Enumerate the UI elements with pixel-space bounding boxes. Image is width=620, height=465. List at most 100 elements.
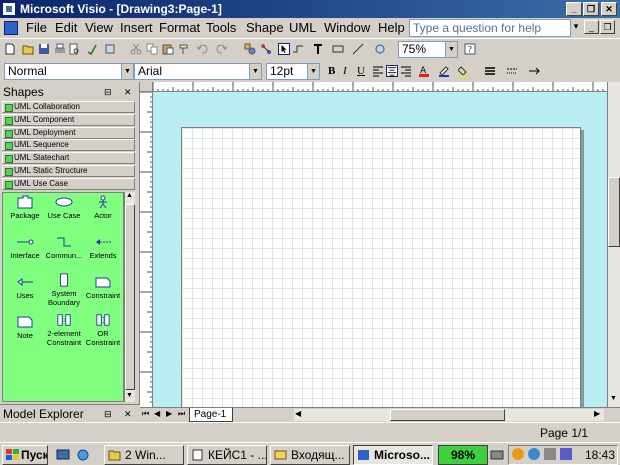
- shapes-scrollbar[interactable]: ▲ ▼: [124, 192, 135, 402]
- pointer-tool-icon[interactable]: [278, 43, 290, 55]
- scroll-left-icon[interactable]: ◀: [295, 409, 301, 418]
- align-left-icon[interactable]: [372, 65, 384, 77]
- menu-format[interactable]: Format: [158, 20, 201, 36]
- menu-insert[interactable]: Insert: [119, 20, 154, 36]
- menu-view[interactable]: View: [84, 20, 114, 36]
- master-constraint[interactable]: Constraint: [83, 275, 123, 315]
- taskbar-button-inbox[interactable]: Входящ...: [270, 445, 350, 465]
- chevron-down-icon[interactable]: ▼: [121, 64, 133, 79]
- menu-shape[interactable]: Shape: [245, 20, 285, 36]
- master-or-constraint[interactable]: OR Constraint: [83, 313, 123, 353]
- master-actor[interactable]: Actor: [83, 195, 123, 235]
- line-weight-icon[interactable]: [484, 65, 496, 77]
- taskbar-button-windows[interactable]: 2 Win...: [104, 445, 184, 465]
- underline-button[interactable]: U: [357, 65, 365, 77]
- align-center-icon[interactable]: [386, 65, 398, 77]
- font-combo[interactable]: Arial ▼: [134, 63, 262, 80]
- tray-search-icon[interactable]: [528, 448, 540, 460]
- chevron-down-icon[interactable]: ▼: [307, 64, 319, 79]
- pin-icon[interactable]: ⊟: [104, 84, 112, 100]
- horizontal-scrollbar[interactable]: ◀ ▶: [294, 409, 604, 421]
- line-color-icon[interactable]: [438, 65, 450, 77]
- close-panel-icon[interactable]: ✕: [124, 84, 132, 100]
- scroll-thumb[interactable]: [125, 204, 135, 390]
- start-button[interactable]: Пуск: [2, 445, 48, 465]
- master-communicates[interactable]: Commun...: [44, 235, 84, 275]
- stencil-uml-component[interactable]: UML Component: [2, 114, 135, 126]
- tray-app-icon[interactable]: [512, 448, 524, 460]
- tab-page-1[interactable]: Page-1: [189, 408, 233, 422]
- master-note[interactable]: Note: [5, 315, 45, 355]
- visio-app-icon[interactable]: [2, 2, 16, 16]
- scroll-right-icon[interactable]: ▶: [594, 409, 600, 418]
- line-tool-icon[interactable]: [352, 43, 364, 55]
- line-pattern-icon[interactable]: [506, 65, 518, 77]
- stencil-uml-sequence[interactable]: UML Sequence: [2, 139, 135, 151]
- format-painter-icon[interactable]: [178, 43, 190, 55]
- document-icon[interactable]: [4, 21, 18, 35]
- master-uses[interactable]: Uses: [5, 275, 45, 315]
- show-desktop-icon[interactable]: [56, 448, 70, 462]
- save-icon[interactable]: [38, 43, 50, 55]
- doc-restore-button[interactable]: ❐: [600, 20, 615, 34]
- taskbar-button-case[interactable]: КЕЙС1 - ...: [187, 445, 267, 465]
- print-preview-icon[interactable]: [68, 43, 80, 55]
- volume-icon[interactable]: [544, 448, 556, 460]
- undo-icon[interactable]: [196, 43, 208, 55]
- stencil-uml-collaboration[interactable]: UML Collaboration: [2, 101, 135, 113]
- new-icon[interactable]: [4, 43, 16, 55]
- bold-button[interactable]: B: [328, 65, 335, 77]
- font-size-combo[interactable]: 12pt ▼: [266, 63, 320, 80]
- scroll-thumb[interactable]: [390, 409, 505, 421]
- menu-file[interactable]: File: [25, 20, 48, 36]
- align-right-icon[interactable]: [400, 65, 412, 77]
- drawing-page[interactable]: [181, 127, 581, 407]
- shapes-icon[interactable]: [244, 43, 256, 55]
- scroll-down-icon[interactable]: ▼: [126, 392, 133, 399]
- rectangle-tool-icon[interactable]: [332, 43, 344, 55]
- italic-button[interactable]: I: [343, 65, 347, 77]
- text-tool-icon[interactable]: [312, 43, 324, 55]
- menu-help[interactable]: Help: [377, 20, 406, 36]
- redo-icon[interactable]: [216, 43, 228, 55]
- language-icon[interactable]: [560, 448, 572, 460]
- line-ends-icon[interactable]: [528, 65, 540, 77]
- cut-icon[interactable]: [130, 43, 142, 55]
- last-page-icon[interactable]: ⏭: [178, 409, 185, 419]
- next-page-icon[interactable]: ▶: [166, 409, 172, 418]
- paste-icon[interactable]: [162, 43, 174, 55]
- doc-minimize-button[interactable]: _: [584, 20, 599, 34]
- zoom-combo[interactable]: 75% ▼: [398, 41, 458, 58]
- chevron-down-icon[interactable]: ▼: [249, 64, 261, 79]
- menu-window[interactable]: Window: [323, 20, 371, 36]
- close-panel-icon[interactable]: ✕: [124, 405, 132, 423]
- scroll-thumb[interactable]: [608, 177, 620, 247]
- close-button[interactable]: ✕: [601, 2, 617, 16]
- research-icon[interactable]: [104, 43, 116, 55]
- prev-page-icon[interactable]: ◀: [154, 409, 160, 418]
- copy-icon[interactable]: [146, 43, 158, 55]
- scroll-down-icon[interactable]: ▼: [610, 395, 617, 402]
- master-2-element-constraint[interactable]: 2-element Constraint: [44, 313, 84, 353]
- stencil-uml-static-structure[interactable]: UML Static Structure: [2, 165, 135, 177]
- ask-question-input[interactable]: Type a question for help: [409, 19, 571, 37]
- connector-tool-icon[interactable]: [260, 43, 272, 55]
- chevron-down-icon[interactable]: ▼: [445, 42, 457, 57]
- stencil-uml-statechart[interactable]: UML Statechart: [2, 152, 135, 164]
- ask-dropdown-icon[interactable]: ▾: [571, 20, 581, 34]
- ruler-corner[interactable]: [140, 82, 153, 92]
- scroll-up-icon[interactable]: ▲: [126, 192, 133, 199]
- help-icon[interactable]: ?: [464, 43, 476, 55]
- rotate-icon[interactable]: [374, 43, 386, 55]
- spelling-icon[interactable]: [86, 43, 98, 55]
- style-combo[interactable]: Normal ▼: [4, 63, 134, 80]
- network-icon[interactable]: [489, 448, 505, 462]
- stencil-uml-deployment[interactable]: UML Deployment: [2, 127, 135, 139]
- internet-explorer-icon[interactable]: [76, 448, 90, 462]
- font-color-icon[interactable]: A: [418, 65, 430, 77]
- battery-indicator[interactable]: 98%: [438, 445, 488, 465]
- master-system-boundary[interactable]: System Boundary: [44, 273, 84, 313]
- taskbar-button-visio[interactable]: Microso...: [353, 445, 433, 465]
- minimize-button[interactable]: _: [566, 2, 582, 16]
- master-extends[interactable]: Extends: [83, 235, 123, 275]
